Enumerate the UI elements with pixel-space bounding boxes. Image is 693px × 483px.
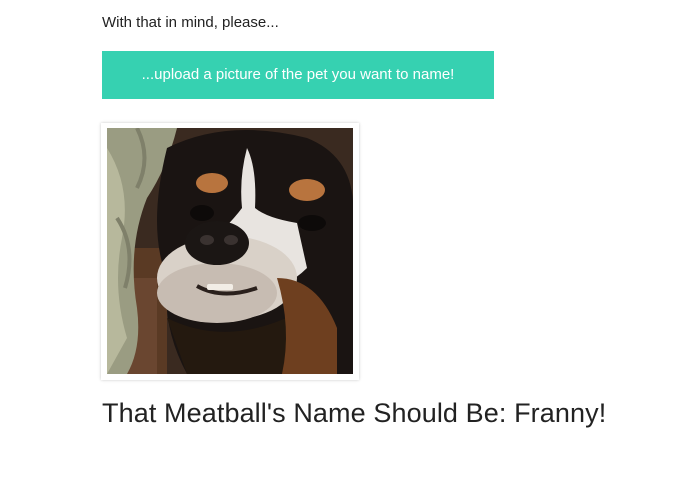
pet-photo: [107, 128, 353, 374]
dog-photo-icon: [107, 128, 353, 374]
intro-text: With that in mind, please...: [102, 14, 279, 31]
pet-namer-page: With that in mind, please... ...upload a…: [0, 0, 693, 483]
pet-photo-frame: [101, 123, 359, 380]
name-result-heading: That Meatball's Name Should Be: Franny!: [102, 398, 607, 428]
upload-pet-picture-button[interactable]: ...upload a picture of the pet you want …: [102, 51, 494, 99]
